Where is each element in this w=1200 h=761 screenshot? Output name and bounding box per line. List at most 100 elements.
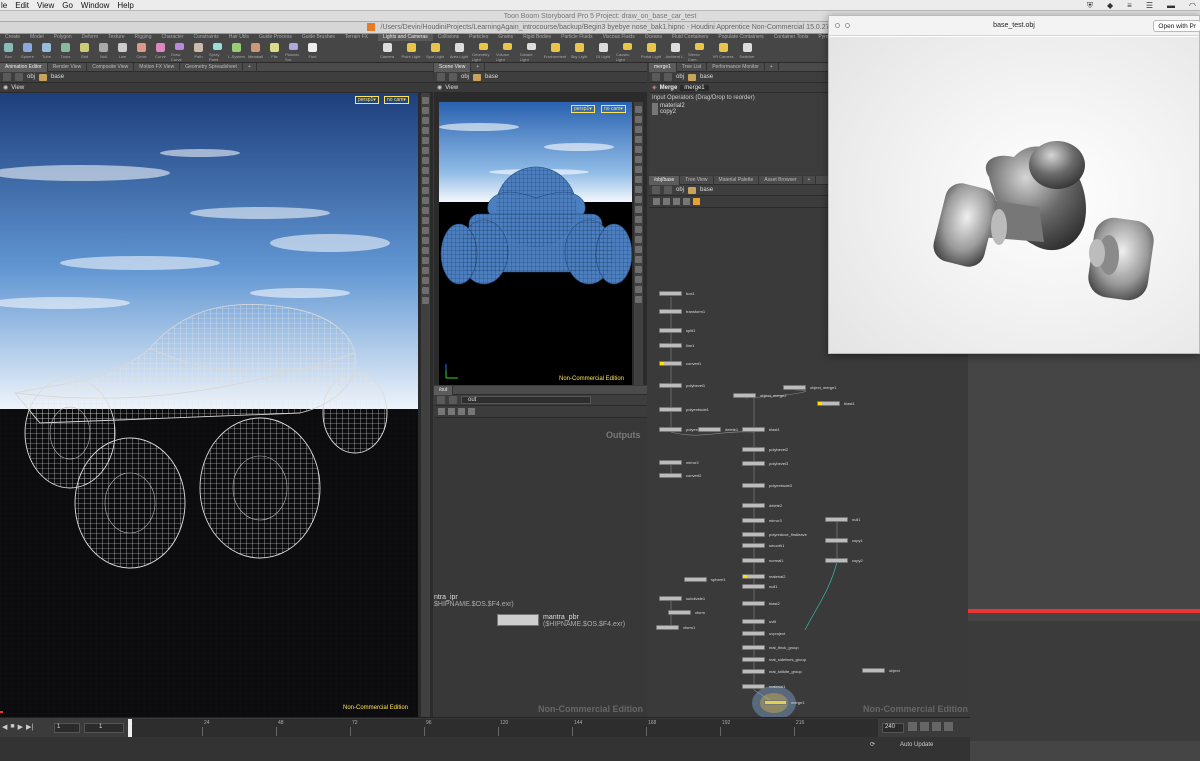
network-node[interactable]: polyextrude3	[742, 483, 792, 488]
tool-icon[interactable]	[635, 166, 642, 173]
tool-icon[interactable]	[635, 256, 642, 263]
network-node[interactable]: polyextrude1	[659, 407, 709, 412]
shelf-tool[interactable]: Metaball	[247, 42, 264, 62]
network-node[interactable]: uvproject	[742, 631, 785, 636]
shelf-tab[interactable]: Guide Brushes	[297, 34, 340, 41]
tool-icon[interactable]	[635, 206, 642, 213]
tool-icon[interactable]	[635, 196, 642, 203]
tool-icon[interactable]	[635, 216, 642, 223]
menu-file[interactable]: le	[1, 1, 7, 10]
tool-icon[interactable]	[422, 197, 429, 204]
back-icon[interactable]	[437, 73, 445, 81]
tool-icon[interactable]	[635, 236, 642, 243]
menu-edit[interactable]: Edit	[15, 1, 29, 10]
add-tab-icon[interactable]: +	[243, 62, 257, 72]
tool-icon[interactable]	[635, 126, 642, 133]
shelf-tool[interactable]: Caustic Light	[616, 42, 638, 62]
network-node[interactable]: object_merge1	[783, 385, 836, 390]
tool-icon[interactable]	[422, 177, 429, 184]
network-node[interactable]: delete2	[742, 503, 782, 508]
tool-icon[interactable]	[422, 167, 429, 174]
shelf-tab[interactable]: Collisions	[433, 34, 464, 41]
tool-icon[interactable]	[422, 127, 429, 134]
tool-icon[interactable]	[635, 136, 642, 143]
tool-icon[interactable]	[422, 297, 429, 304]
shelf-tool[interactable]: Font	[304, 42, 321, 62]
shelf-tool[interactable]: Box	[0, 42, 17, 62]
shelf-tool[interactable]: Curve	[152, 42, 169, 62]
network-node[interactable]: transform1	[659, 309, 705, 314]
network-node[interactable]: mirror2	[659, 460, 699, 465]
shelf-tab[interactable]: Model	[25, 34, 49, 41]
shelf-tool[interactable]: Volume Light	[496, 42, 518, 62]
pane-tab[interactable]: Animation Editor	[0, 62, 48, 72]
pane-tab[interactable]: Tree List	[677, 62, 708, 72]
node-name-field[interactable]: merge1	[680, 84, 709, 91]
shelf-tab[interactable]: Texture	[103, 34, 129, 41]
dropbox-icon[interactable]: ◆	[1107, 1, 1113, 10]
path-obj[interactable]: obj	[676, 74, 684, 80]
shelf-tool[interactable]: Sky Light	[568, 42, 590, 62]
play-reverse-icon[interactable]: ◀	[2, 723, 7, 731]
network-node[interactable]: xform	[668, 610, 705, 615]
menu-help[interactable]: Help	[117, 1, 133, 10]
tool-icon[interactable]	[422, 117, 429, 124]
network-node[interactable]: convert2	[659, 473, 701, 478]
shelf-tool[interactable]: Circle	[133, 42, 150, 62]
tool-icon[interactable]	[635, 276, 642, 283]
shelf-tool[interactable]: GI Light	[592, 42, 614, 62]
shelf-tool[interactable]: Portal Light	[640, 42, 662, 62]
menu-go[interactable]: Go	[62, 1, 73, 10]
network-node[interactable]: blast1	[817, 401, 855, 406]
network-node[interactable]: polybevel2	[742, 447, 788, 452]
shelf-tool[interactable]: VR Camera	[712, 42, 734, 62]
play-icon[interactable]: ▶	[18, 723, 23, 731]
shelf-tab[interactable]: Viscous Fluids	[598, 34, 640, 41]
network-node[interactable]: box1	[659, 291, 695, 296]
shelf-tab[interactable]: Terrain FX	[340, 34, 373, 41]
forward-icon[interactable]	[449, 73, 457, 81]
network-node[interactable]: mat_tollkite_group	[742, 669, 802, 674]
shelf-tool[interactable]: File	[266, 42, 283, 62]
shelf-tool[interactable]: Ambient L.	[664, 42, 686, 62]
tool-icon[interactable]	[635, 146, 642, 153]
camera-menu[interactable]: no cam▾	[384, 96, 409, 104]
shelf-tool[interactable]: Sphere	[19, 42, 36, 62]
network-node[interactable]: material1	[742, 684, 785, 689]
input-row[interactable]: copy2	[649, 109, 829, 115]
tool-icon[interactable]	[422, 107, 429, 114]
shelf-tool[interactable]: Switcher	[736, 42, 758, 62]
path-object[interactable]: base	[700, 74, 713, 80]
shelf-tool[interactable]: Path	[190, 42, 207, 62]
tool-icon[interactable]	[422, 147, 429, 154]
shelf-tool[interactable]: Point Light	[400, 42, 422, 62]
stop-icon[interactable]: ■	[10, 723, 14, 731]
persp-menu[interactable]: persp1▾	[355, 96, 379, 104]
shelf-tool[interactable]: Line	[114, 42, 131, 62]
pane-tab[interactable]: Performance Monitor	[707, 62, 765, 72]
back-icon[interactable]	[437, 396, 445, 404]
network-node[interactable]: xform1	[656, 625, 695, 630]
shelf-tab[interactable]: Rigging	[130, 34, 157, 41]
tool-icon[interactable]	[635, 266, 642, 273]
tool-icon[interactable]	[422, 137, 429, 144]
shelf-tool[interactable]: Area Light	[448, 42, 470, 62]
shelf-tool[interactable]: Torus	[57, 42, 74, 62]
shelf-tab[interactable]: Grains	[493, 34, 518, 41]
path-object[interactable]: base	[51, 74, 64, 80]
start-frame-field[interactable]: 1	[84, 723, 124, 733]
tool-icon[interactable]	[422, 157, 429, 164]
tool-icon[interactable]	[422, 207, 429, 214]
shelf-tab[interactable]: Character	[157, 34, 189, 41]
auto-update-menu[interactable]: Auto Update	[900, 742, 933, 748]
shelf-tool[interactable]: Stereo Cam.	[688, 42, 710, 62]
shelf-tab[interactable]: Create	[0, 34, 25, 41]
pane-tab[interactable]: Geometry Spreadsheet	[180, 62, 243, 72]
shelf-tool[interactable]: Spot Light	[424, 42, 446, 62]
network-node[interactable]: smooth1	[742, 543, 784, 548]
network-node[interactable]: merge1	[764, 700, 805, 705]
shelf-tab[interactable]: Deform	[77, 34, 103, 41]
tool-icon[interactable]	[635, 176, 642, 183]
network-node[interactable]: copy2	[825, 558, 863, 563]
tool-icon[interactable]	[448, 408, 455, 415]
